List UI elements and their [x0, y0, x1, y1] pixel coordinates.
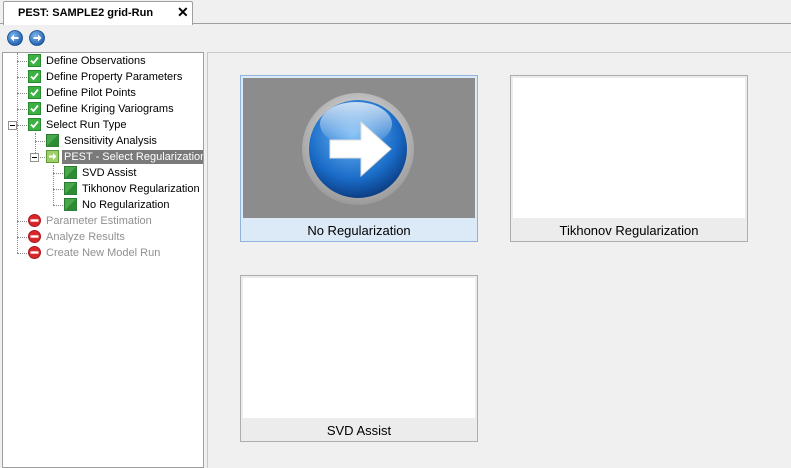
tree-connector — [17, 221, 27, 222]
option-box-icon — [64, 198, 77, 211]
tree-item-label: Define Kriging Variograms — [46, 103, 174, 115]
tree-connector — [17, 237, 27, 238]
blocked-icon — [28, 246, 41, 259]
tree-item-label: SVD Assist — [82, 167, 137, 179]
workflow-tree[interactable]: Define Observations Define Property Para… — [2, 52, 204, 468]
option-box-icon — [64, 166, 77, 179]
checkmark-icon — [28, 70, 41, 83]
collapse-toggle[interactable] — [8, 121, 17, 130]
blocked-icon — [28, 214, 41, 227]
option-card-svd-assist[interactable]: SVD Assist — [240, 275, 478, 442]
tab-pest-run[interactable]: PEST: SAMPLE2 grid-Run ✕ — [3, 1, 193, 25]
tree-item-label: Create New Model Run — [46, 247, 161, 259]
tree-item-label: Analyze Results — [46, 231, 125, 243]
tree-connector — [53, 205, 63, 206]
toolbar — [0, 25, 791, 51]
collapse-toggle[interactable] — [30, 153, 39, 162]
tree-connector — [17, 253, 27, 254]
regularization-options-panel: No Regularization Tikhonov Regularizatio… — [207, 52, 791, 468]
option-box-icon — [46, 134, 59, 147]
tree-item-label: PEST - Select Regularization — [62, 150, 203, 164]
tree-item-label: No Regularization — [82, 199, 170, 211]
tree-connector — [53, 173, 63, 174]
blocked-icon — [28, 230, 41, 243]
option-label: No Regularization — [307, 223, 411, 238]
tree-connector — [35, 141, 45, 142]
tree-connector — [17, 93, 27, 94]
tree-connector — [17, 61, 27, 62]
go-arrow-icon — [302, 93, 414, 205]
back-arrow-icon[interactable] — [7, 30, 23, 46]
tree-item-label: Sensitivity Analysis — [64, 135, 157, 147]
tree-item-label: Tikhonov Regularization — [82, 183, 200, 195]
tree-item-label: Select Run Type — [46, 119, 127, 131]
checkmark-icon — [28, 102, 41, 115]
tree-item-label: Define Property Parameters — [46, 71, 183, 83]
option-thumbnail — [243, 78, 475, 218]
tree-connector — [17, 109, 27, 110]
tree-connector — [53, 165, 54, 205]
checkmark-icon — [28, 54, 41, 67]
forward-arrow-icon[interactable] — [29, 30, 45, 46]
current-step-arrow-icon — [46, 150, 59, 163]
option-box-icon — [64, 182, 77, 195]
option-thumbnail — [513, 78, 745, 218]
tree-item-label: Parameter Estimation — [46, 215, 152, 227]
option-card-no-regularization[interactable]: No Regularization — [240, 75, 478, 242]
option-label: SVD Assist — [326, 423, 392, 438]
option-card-tikhonov-regularization[interactable]: Tikhonov Regularization — [510, 75, 748, 242]
tree-connector — [53, 189, 63, 190]
tab-strip: PEST: SAMPLE2 grid-Run ✕ — [0, 0, 791, 25]
app-window: PEST: SAMPLE2 grid-Run ✕ Define Observat… — [0, 0, 791, 468]
option-thumbnail — [243, 278, 475, 418]
close-icon[interactable]: ✕ — [177, 5, 189, 19]
tree-item-label: Define Observations — [46, 55, 146, 67]
checkmark-icon — [28, 118, 41, 131]
tree-connector — [17, 77, 27, 78]
tree-connector — [17, 125, 27, 126]
option-label: Tikhonov Regularization — [559, 223, 699, 238]
tab-title: PEST: SAMPLE2 grid-Run — [18, 7, 154, 19]
tree-connector — [17, 53, 18, 253]
checkmark-icon — [28, 86, 41, 99]
tree-item-label: Define Pilot Points — [46, 87, 136, 99]
